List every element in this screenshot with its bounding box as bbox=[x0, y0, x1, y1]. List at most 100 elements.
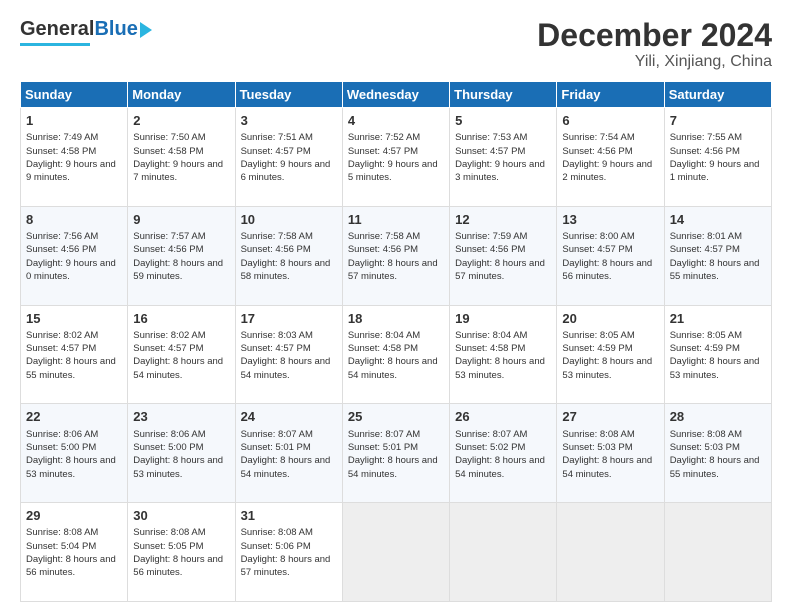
sunset-text: Sunset: 5:03 PM bbox=[670, 442, 740, 453]
page-subtitle: Yili, Xinjiang, China bbox=[537, 53, 772, 71]
sunset-text: Sunset: 4:57 PM bbox=[133, 343, 203, 354]
calendar-cell: 8Sunrise: 7:56 AMSunset: 4:56 PMDaylight… bbox=[21, 206, 128, 305]
sunrise-text: Sunrise: 7:53 AM bbox=[455, 132, 527, 143]
day-number: 7 bbox=[670, 112, 766, 130]
calendar-table: Sunday Monday Tuesday Wednesday Thursday… bbox=[20, 81, 772, 602]
sunset-text: Sunset: 4:56 PM bbox=[455, 244, 525, 255]
sunrise-text: Sunrise: 8:02 AM bbox=[133, 330, 205, 341]
daylight-text: Daylight: 8 hours and 54 minutes. bbox=[348, 455, 438, 479]
daylight-text: Daylight: 9 hours and 9 minutes. bbox=[26, 159, 116, 183]
sunset-text: Sunset: 4:58 PM bbox=[348, 343, 418, 354]
day-number: 30 bbox=[133, 507, 229, 525]
sunrise-text: Sunrise: 7:55 AM bbox=[670, 132, 742, 143]
sunrise-text: Sunrise: 8:07 AM bbox=[455, 429, 527, 440]
sunset-text: Sunset: 4:56 PM bbox=[133, 244, 203, 255]
day-number: 31 bbox=[241, 507, 337, 525]
day-number: 24 bbox=[241, 408, 337, 426]
day-number: 28 bbox=[670, 408, 766, 426]
sunset-text: Sunset: 5:06 PM bbox=[241, 541, 311, 552]
day-number: 29 bbox=[26, 507, 122, 525]
calendar-cell: 31Sunrise: 8:08 AMSunset: 5:06 PMDayligh… bbox=[235, 503, 342, 602]
daylight-text: Daylight: 8 hours and 56 minutes. bbox=[133, 554, 223, 578]
sunset-text: Sunset: 4:57 PM bbox=[26, 343, 96, 354]
sunset-text: Sunset: 4:56 PM bbox=[348, 244, 418, 255]
col-thursday: Thursday bbox=[450, 82, 557, 108]
daylight-text: Daylight: 9 hours and 2 minutes. bbox=[562, 159, 652, 183]
day-number: 6 bbox=[562, 112, 658, 130]
sunrise-text: Sunrise: 8:05 AM bbox=[670, 330, 742, 341]
day-number: 10 bbox=[241, 211, 337, 229]
calendar-cell: 1 Sunrise: 7:49 AM Sunset: 4:58 PM Daylight… bbox=[21, 108, 128, 207]
day-number: 17 bbox=[241, 310, 337, 328]
sunset-text: Sunset: 5:05 PM bbox=[133, 541, 203, 552]
col-saturday: Saturday bbox=[664, 82, 771, 108]
daylight-text: Daylight: 8 hours and 54 minutes. bbox=[348, 356, 438, 380]
daylight-text: Daylight: 9 hours and 7 minutes. bbox=[133, 159, 223, 183]
calendar-cell: 21Sunrise: 8:05 AMSunset: 4:59 PMDayligh… bbox=[664, 305, 771, 404]
sunset-text: Sunset: 5:04 PM bbox=[26, 541, 96, 552]
sunset-text: Sunset: 4:56 PM bbox=[26, 244, 96, 255]
sunrise-text: Sunrise: 7:50 AM bbox=[133, 132, 205, 143]
sunset-text: Sunset: 5:00 PM bbox=[26, 442, 96, 453]
sunset-text: Sunset: 4:57 PM bbox=[455, 146, 525, 157]
calendar-cell: 9Sunrise: 7:57 AMSunset: 4:56 PMDaylight… bbox=[128, 206, 235, 305]
sunrise-text: Sunrise: 7:56 AM bbox=[26, 231, 98, 242]
sunset-text: Sunset: 4:56 PM bbox=[562, 146, 632, 157]
sunrise-text: Sunrise: 8:06 AM bbox=[133, 429, 205, 440]
day-number: 5 bbox=[455, 112, 551, 130]
calendar-cell: 19Sunrise: 8:04 AMSunset: 4:58 PMDayligh… bbox=[450, 305, 557, 404]
daylight-text: Daylight: 8 hours and 59 minutes. bbox=[133, 258, 223, 282]
col-wednesday: Wednesday bbox=[342, 82, 449, 108]
calendar-cell: 4Sunrise: 7:52 AMSunset: 4:57 PMDaylight… bbox=[342, 108, 449, 207]
sunrise-text: Sunrise: 8:06 AM bbox=[26, 429, 98, 440]
sunset-text: Sunset: 4:58 PM bbox=[26, 146, 96, 157]
col-monday: Monday bbox=[128, 82, 235, 108]
sunset-text: Sunset: 4:57 PM bbox=[670, 244, 740, 255]
logo-text: GeneralBlue bbox=[20, 18, 138, 41]
daylight-text: Daylight: 8 hours and 55 minutes. bbox=[670, 455, 760, 479]
logo-arrow-icon bbox=[140, 22, 152, 38]
calendar-cell: 23Sunrise: 8:06 AMSunset: 5:00 PMDayligh… bbox=[128, 404, 235, 503]
calendar-cell: 29 Sunrise: 8:08 AM Sunset: 5:04 PM Dayligh… bbox=[21, 503, 128, 602]
calendar-cell: 22Sunrise: 8:06 AMSunset: 5:00 PMDayligh… bbox=[21, 404, 128, 503]
col-sunday: Sunday bbox=[21, 82, 128, 108]
sunrise-text: Sunrise: 8:08 AM bbox=[26, 527, 98, 538]
calendar-cell bbox=[664, 503, 771, 602]
daylight-text: Daylight: 8 hours and 53 minutes. bbox=[133, 455, 223, 479]
day-number: 27 bbox=[562, 408, 658, 426]
daylight-text: Daylight: 8 hours and 56 minutes. bbox=[26, 554, 116, 578]
sunrise-text: Sunrise: 7:49 AM bbox=[26, 132, 98, 143]
logo-underline bbox=[20, 43, 90, 46]
daylight-text: Daylight: 9 hours and 3 minutes. bbox=[455, 159, 545, 183]
daylight-text: Daylight: 8 hours and 53 minutes. bbox=[562, 356, 652, 380]
calendar-cell bbox=[342, 503, 449, 602]
sunrise-text: Sunrise: 8:08 AM bbox=[133, 527, 205, 538]
calendar-cell: 24Sunrise: 8:07 AMSunset: 5:01 PMDayligh… bbox=[235, 404, 342, 503]
day-number: 3 bbox=[241, 112, 337, 130]
day-number: 1 bbox=[26, 112, 122, 130]
daylight-text: Daylight: 8 hours and 54 minutes. bbox=[241, 455, 331, 479]
sunset-text: Sunset: 4:57 PM bbox=[241, 343, 311, 354]
calendar-cell: 18Sunrise: 8:04 AMSunset: 4:58 PMDayligh… bbox=[342, 305, 449, 404]
calendar-cell: 14Sunrise: 8:01 AMSunset: 4:57 PMDayligh… bbox=[664, 206, 771, 305]
daylight-text: Daylight: 8 hours and 54 minutes. bbox=[455, 455, 545, 479]
calendar-cell: 28Sunrise: 8:08 AMSunset: 5:03 PMDayligh… bbox=[664, 404, 771, 503]
sunrise-text: Sunrise: 7:54 AM bbox=[562, 132, 634, 143]
page: GeneralBlue December 2024 Yili, Xinjiang… bbox=[0, 0, 792, 612]
sunrise-text: Sunrise: 7:59 AM bbox=[455, 231, 527, 242]
day-number: 22 bbox=[26, 408, 122, 426]
calendar-cell: 25Sunrise: 8:07 AMSunset: 5:01 PMDayligh… bbox=[342, 404, 449, 503]
day-number: 26 bbox=[455, 408, 551, 426]
sunset-text: Sunset: 5:03 PM bbox=[562, 442, 632, 453]
calendar-cell: 27Sunrise: 8:08 AMSunset: 5:03 PMDayligh… bbox=[557, 404, 664, 503]
sunrise-text: Sunrise: 8:04 AM bbox=[455, 330, 527, 341]
calendar-week-row: 8Sunrise: 7:56 AMSunset: 4:56 PMDaylight… bbox=[21, 206, 772, 305]
calendar-cell: 6 Sunrise: 7:54 AM Sunset: 4:56 PM Daylight… bbox=[557, 108, 664, 207]
sunset-text: Sunset: 4:59 PM bbox=[670, 343, 740, 354]
daylight-text: Daylight: 8 hours and 53 minutes. bbox=[455, 356, 545, 380]
day-number: 20 bbox=[562, 310, 658, 328]
daylight-text: Daylight: 8 hours and 54 minutes. bbox=[133, 356, 223, 380]
calendar-week-row: 15Sunrise: 8:02 AMSunset: 4:57 PMDayligh… bbox=[21, 305, 772, 404]
calendar-cell bbox=[557, 503, 664, 602]
calendar-cell: 13Sunrise: 8:00 AMSunset: 4:57 PMDayligh… bbox=[557, 206, 664, 305]
